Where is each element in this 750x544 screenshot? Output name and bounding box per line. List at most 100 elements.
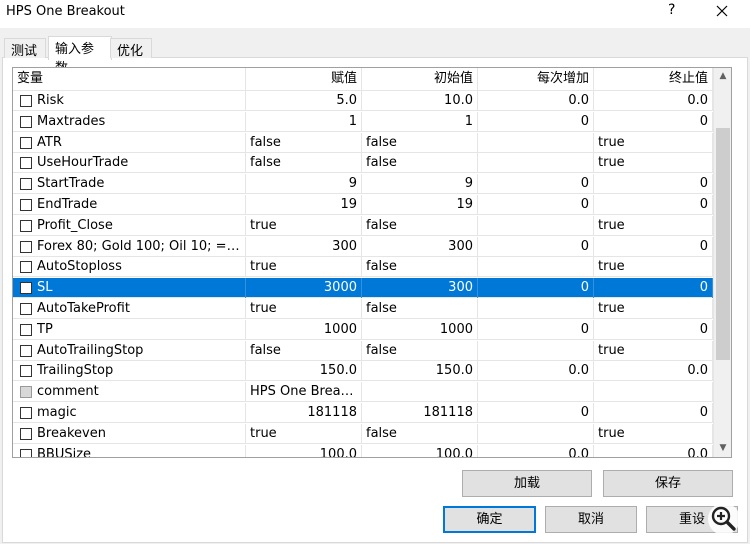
param-name-cell[interactable]: Risk xyxy=(13,91,246,111)
param-name-cell[interactable]: UseHourTrade xyxy=(13,153,246,174)
scrollbar-thumb[interactable] xyxy=(716,128,730,360)
param-start-cell[interactable]: 181118 xyxy=(362,403,478,423)
table-row[interactable]: comment HPS One Breakout xyxy=(13,382,713,403)
param-step-cell[interactable]: 0 xyxy=(478,111,594,132)
scroll-down-arrow-icon[interactable]: ▼ xyxy=(714,440,731,457)
table-row[interactable]: AutoStoploss true false true xyxy=(13,257,713,278)
table-row[interactable]: magic 181118 181118 0 0 xyxy=(13,403,713,423)
checkbox-icon[interactable] xyxy=(20,282,32,295)
param-name-cell[interactable]: TrailingStop xyxy=(13,361,246,382)
param-start-cell[interactable]: 150.0 xyxy=(362,361,478,382)
param-name-cell[interactable]: Breakeven xyxy=(13,423,246,444)
checkbox-icon[interactable] xyxy=(20,261,32,274)
checkbox-icon[interactable] xyxy=(20,115,32,128)
param-value-cell[interactable]: true xyxy=(246,299,362,319)
param-value-cell[interactable]: HPS One Breakout xyxy=(246,382,362,403)
param-name-cell[interactable]: TP xyxy=(13,319,246,340)
param-value-cell[interactable]: true xyxy=(246,215,362,236)
help-button[interactable]: ? xyxy=(668,2,675,18)
checkbox-icon[interactable] xyxy=(20,427,32,440)
checkbox-icon[interactable] xyxy=(20,157,32,170)
column-header-start[interactable]: 初始值 xyxy=(362,68,478,91)
param-stop-cell[interactable]: 0 xyxy=(594,278,713,299)
param-stop-cell[interactable]: true xyxy=(594,215,713,236)
table-row[interactable]: UseHourTrade false false true xyxy=(13,153,713,174)
checkbox-icon[interactable] xyxy=(20,344,32,357)
param-step-cell[interactable] xyxy=(478,299,594,319)
param-stop-cell[interactable]: true xyxy=(594,132,713,153)
param-step-cell[interactable]: 0 xyxy=(478,236,594,257)
param-value-cell[interactable]: false xyxy=(246,340,362,361)
param-name-cell[interactable]: Maxtrades xyxy=(13,111,246,132)
table-row[interactable]: StartTrade 9 9 0 0 xyxy=(13,174,713,195)
param-value-cell[interactable]: 9 xyxy=(246,174,362,195)
table-row[interactable]: EndTrade 19 19 0 0 xyxy=(13,195,713,215)
table-row[interactable]: ATR false false true xyxy=(13,132,713,153)
param-name-cell[interactable]: Profit_Close xyxy=(13,215,246,236)
param-start-cell[interactable]: false xyxy=(362,340,478,361)
ok-button[interactable]: 确定 xyxy=(443,506,536,533)
param-name-cell[interactable]: comment xyxy=(13,382,246,403)
param-start-cell[interactable]: false xyxy=(362,153,478,174)
param-stop-cell[interactable]: 0 xyxy=(594,174,713,195)
param-name-cell[interactable]: AutoTakeProfit xyxy=(13,299,246,319)
param-step-cell[interactable]: 0.0 xyxy=(478,91,594,111)
param-value-cell[interactable]: 181118 xyxy=(246,403,362,423)
param-start-cell[interactable]: 100.0 xyxy=(362,444,478,457)
table-row[interactable]: Profit_Close true false true xyxy=(13,215,713,236)
param-start-cell[interactable]: 1 xyxy=(362,111,478,132)
param-step-cell[interactable] xyxy=(478,132,594,153)
param-name-cell[interactable]: Forex 80; Gold 100; Oil 10; =10; ... xyxy=(13,236,246,257)
checkbox-icon[interactable] xyxy=(20,240,32,253)
param-stop-cell[interactable]: true xyxy=(594,423,713,444)
param-name-cell[interactable]: EndTrade xyxy=(13,195,246,215)
table-row[interactable]: TrailingStop 150.0 150.0 0.0 0.0 xyxy=(13,361,713,382)
param-value-cell[interactable]: 100.0 xyxy=(246,444,362,457)
param-value-cell[interactable]: false xyxy=(246,132,362,153)
param-start-cell[interactable]: 9 xyxy=(362,174,478,195)
param-value-cell[interactable]: 5.0 xyxy=(246,91,362,111)
param-step-cell[interactable]: 0 xyxy=(478,195,594,215)
param-start-cell[interactable]: 10.0 xyxy=(362,91,478,111)
tab-optimization[interactable]: 优化 xyxy=(110,38,152,59)
param-stop-cell[interactable]: true xyxy=(594,299,713,319)
checkbox-icon[interactable] xyxy=(20,178,32,191)
param-value-cell[interactable]: false xyxy=(246,153,362,174)
close-button[interactable] xyxy=(712,1,732,21)
param-value-cell[interactable]: 1 xyxy=(246,111,362,132)
param-start-cell[interactable]: false xyxy=(362,257,478,278)
tab-test[interactable]: 测试 xyxy=(4,38,46,59)
table-row[interactable]: BBUSize 100.0 100.0 0.0 0.0 xyxy=(13,444,713,457)
param-step-cell[interactable] xyxy=(478,215,594,236)
param-start-cell[interactable]: false xyxy=(362,215,478,236)
param-value-cell[interactable]: 3000 xyxy=(246,278,362,299)
checkbox-icon[interactable] xyxy=(20,365,32,378)
param-start-cell[interactable]: false xyxy=(362,423,478,444)
param-start-cell[interactable]: 19 xyxy=(362,195,478,215)
table-row[interactable]: AutoTakeProfit true false true xyxy=(13,299,713,319)
load-button[interactable]: 加载 xyxy=(462,470,592,497)
param-step-cell[interactable]: 0 xyxy=(478,278,594,299)
param-start-cell[interactable] xyxy=(362,382,478,403)
param-stop-cell[interactable]: true xyxy=(594,257,713,278)
param-step-cell[interactable] xyxy=(478,423,594,444)
param-name-cell[interactable]: BBUSize xyxy=(13,444,246,457)
param-value-cell[interactable]: 150.0 xyxy=(246,361,362,382)
vertical-scrollbar[interactable]: ▲ ▼ xyxy=(713,68,731,457)
param-name-cell[interactable]: magic xyxy=(13,403,246,423)
param-value-cell[interactable]: true xyxy=(246,423,362,444)
checkbox-icon[interactable] xyxy=(20,407,32,419)
table-row[interactable]: SL 3000 300 0 0 xyxy=(13,278,713,299)
param-value-cell[interactable]: true xyxy=(246,257,362,278)
param-start-cell[interactable]: 300 xyxy=(362,236,478,257)
param-step-cell[interactable]: 0.0 xyxy=(478,444,594,457)
column-header-stop[interactable]: 终止值 xyxy=(594,68,713,91)
scroll-up-arrow-icon[interactable]: ▲ xyxy=(714,68,731,85)
checkbox-icon[interactable] xyxy=(20,323,32,336)
param-stop-cell[interactable]: 0 xyxy=(594,319,713,340)
table-row[interactable]: Maxtrades 1 1 0 0 xyxy=(13,111,713,132)
cancel-button[interactable]: 取消 xyxy=(545,506,637,533)
param-value-cell[interactable]: 19 xyxy=(246,195,362,215)
param-stop-cell[interactable]: true xyxy=(594,153,713,174)
table-row[interactable]: AutoTrailingStop false false true xyxy=(13,340,713,361)
